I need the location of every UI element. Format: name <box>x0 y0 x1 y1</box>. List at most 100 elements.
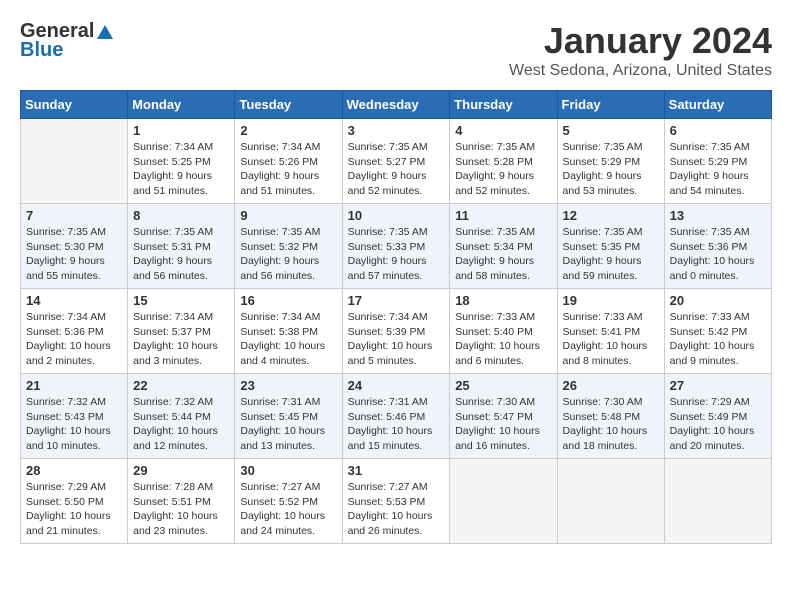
day-detail: Sunrise: 7:31 AM Sunset: 5:45 PM Dayligh… <box>240 395 336 454</box>
calendar-cell: 29Sunrise: 7:28 AM Sunset: 5:51 PM Dayli… <box>128 459 235 544</box>
day-detail: Sunrise: 7:35 AM Sunset: 5:36 PM Dayligh… <box>670 225 766 284</box>
day-number: 2 <box>240 123 336 138</box>
calendar-cell: 16 Sunrise: 7:34 AM Sunset: 5:38 PM Dayli… <box>235 289 342 374</box>
day-number: 24 <box>348 378 445 393</box>
day-header-friday: Friday <box>557 91 664 119</box>
calendar-cell: 27 Sunrise: 7:29 AM Sunset: 5:49 PM Dayli… <box>664 374 771 459</box>
day-number: 15 <box>133 293 229 308</box>
day-detail: Sunrise: 7:33 AM Sunset: 5:40 PM Dayligh… <box>455 310 551 369</box>
day-detail: Sunrise: 7:34 AM Sunset: 5:39 PM Dayligh… <box>348 310 445 369</box>
day-detail: Sunrise: 7:30 AM Sunset: 5:48 PM Dayligh… <box>563 395 659 454</box>
calendar-table: SundayMondayTuesdayWednesdayThursdayFrid… <box>20 90 772 544</box>
calendar-cell: 31 Sunrise: 7:27 AM Sunset: 5:53 PM Dayli… <box>342 459 450 544</box>
day-number: 20 <box>670 293 766 308</box>
calendar-cell: 4 Sunrise: 7:35 AM Sunset: 5:28 PM Daylig… <box>450 119 557 204</box>
day-header-sunday: Sunday <box>21 91 128 119</box>
calendar-cell: 26 Sunrise: 7:30 AM Sunset: 5:48 PM Dayli… <box>557 374 664 459</box>
day-number: 30 <box>240 463 336 478</box>
day-number: 18 <box>455 293 551 308</box>
page-header: General Blue January 2024 West Sedona, A… <box>20 20 772 80</box>
day-number: 6 <box>670 123 766 138</box>
day-number: 1 <box>133 123 229 138</box>
day-detail: Sunrise: 7:35 AM Sunset: 5:31 PM Dayligh… <box>133 225 229 284</box>
day-detail: Sunrise: 7:35 AM Sunset: 5:33 PM Dayligh… <box>348 225 445 284</box>
day-detail: Sunrise: 7:35 AM Sunset: 5:29 PM Dayligh… <box>563 140 659 199</box>
day-number: 28 <box>26 463 122 478</box>
day-detail: Sunrise: 7:35 AM Sunset: 5:28 PM Dayligh… <box>455 140 551 199</box>
day-detail: Sunrise: 7:35 AM Sunset: 5:29 PM Dayligh… <box>670 140 766 199</box>
calendar-cell: 15 Sunrise: 7:34 AM Sunset: 5:37 PM Dayli… <box>128 289 235 374</box>
day-number: 25 <box>455 378 551 393</box>
calendar-cell: 1 Sunrise: 7:34 AM Sunset: 5:25 PM Daylig… <box>128 119 235 204</box>
calendar-cell: 6 Sunrise: 7:35 AM Sunset: 5:29 PM Daylig… <box>664 119 771 204</box>
calendar-week-row: 28 Sunrise: 7:29 AM Sunset: 5:50 PM Dayli… <box>21 459 772 544</box>
calendar-cell: 25 Sunrise: 7:30 AM Sunset: 5:47 PM Dayli… <box>450 374 557 459</box>
day-detail: Sunrise: 7:29 AM Sunset: 5:49 PM Dayligh… <box>670 395 766 454</box>
calendar-cell: 30Sunrise: 7:27 AM Sunset: 5:52 PM Dayli… <box>235 459 342 544</box>
day-detail: Sunrise: 7:35 AM Sunset: 5:34 PM Dayligh… <box>455 225 551 284</box>
day-number: 7 <box>26 208 122 223</box>
day-header-thursday: Thursday <box>450 91 557 119</box>
day-detail: Sunrise: 7:34 AM Sunset: 5:36 PM Dayligh… <box>26 310 122 369</box>
day-header-wednesday: Wednesday <box>342 91 450 119</box>
day-detail: Sunrise: 7:27 AM Sunset: 5:53 PM Dayligh… <box>348 480 445 539</box>
day-number: 12 <box>563 208 659 223</box>
calendar-cell: 11 Sunrise: 7:35 AM Sunset: 5:34 PM Dayli… <box>450 204 557 289</box>
day-number: 16 <box>240 293 336 308</box>
day-detail: Sunrise: 7:35 AM Sunset: 5:35 PM Dayligh… <box>563 225 659 284</box>
day-detail: Sunrise: 7:35 AM Sunset: 5:32 PM Dayligh… <box>240 225 336 284</box>
day-number: 27 <box>670 378 766 393</box>
day-number: 31 <box>348 463 445 478</box>
day-detail: Sunrise: 7:32 AM Sunset: 5:43 PM Dayligh… <box>26 395 122 454</box>
logo-blue-text: Blue <box>20 39 63 62</box>
calendar-cell: 5Sunrise: 7:35 AM Sunset: 5:29 PM Daylig… <box>557 119 664 204</box>
day-number: 3 <box>348 123 445 138</box>
calendar-cell: 28 Sunrise: 7:29 AM Sunset: 5:50 PM Dayli… <box>21 459 128 544</box>
day-number: 26 <box>563 378 659 393</box>
day-number: 22 <box>133 378 229 393</box>
calendar-week-row: 21 Sunrise: 7:32 AM Sunset: 5:43 PM Dayli… <box>21 374 772 459</box>
calendar-cell: 20 Sunrise: 7:33 AM Sunset: 5:42 PM Dayli… <box>664 289 771 374</box>
day-header-saturday: Saturday <box>664 91 771 119</box>
calendar-week-row: 1 Sunrise: 7:34 AM Sunset: 5:25 PM Daylig… <box>21 119 772 204</box>
day-detail: Sunrise: 7:34 AM Sunset: 5:25 PM Dayligh… <box>133 140 229 199</box>
calendar-cell: 14Sunrise: 7:34 AM Sunset: 5:36 PM Dayli… <box>21 289 128 374</box>
day-header-tuesday: Tuesday <box>235 91 342 119</box>
calendar-week-row: 14Sunrise: 7:34 AM Sunset: 5:36 PM Dayli… <box>21 289 772 374</box>
day-number: 10 <box>348 208 445 223</box>
calendar-cell <box>557 459 664 544</box>
calendar-cell: 18 Sunrise: 7:33 AM Sunset: 5:40 PM Dayli… <box>450 289 557 374</box>
calendar-cell <box>664 459 771 544</box>
calendar-cell: 7 Sunrise: 7:35 AM Sunset: 5:30 PM Daylig… <box>21 204 128 289</box>
day-detail: Sunrise: 7:28 AM Sunset: 5:51 PM Dayligh… <box>133 480 229 539</box>
day-detail: Sunrise: 7:34 AM Sunset: 5:38 PM Dayligh… <box>240 310 336 369</box>
day-detail: Sunrise: 7:30 AM Sunset: 5:47 PM Dayligh… <box>455 395 551 454</box>
day-number: 21 <box>26 378 122 393</box>
logo: General Blue <box>20 20 116 62</box>
calendar-cell: 23Sunrise: 7:31 AM Sunset: 5:45 PM Dayli… <box>235 374 342 459</box>
calendar-cell: 3Sunrise: 7:35 AM Sunset: 5:27 PM Daylig… <box>342 119 450 204</box>
logo-icon <box>96 23 114 41</box>
day-number: 9 <box>240 208 336 223</box>
calendar-cell: 17 Sunrise: 7:34 AM Sunset: 5:39 PM Dayli… <box>342 289 450 374</box>
month-title: January 2024 <box>509 20 772 62</box>
day-detail: Sunrise: 7:35 AM Sunset: 5:30 PM Dayligh… <box>26 225 122 284</box>
calendar-cell: 21 Sunrise: 7:32 AM Sunset: 5:43 PM Dayli… <box>21 374 128 459</box>
day-number: 17 <box>348 293 445 308</box>
calendar-cell <box>21 119 128 204</box>
title-area: January 2024 West Sedona, Arizona, Unite… <box>509 20 772 80</box>
day-number: 4 <box>455 123 551 138</box>
day-number: 19 <box>563 293 659 308</box>
day-detail: Sunrise: 7:33 AM Sunset: 5:42 PM Dayligh… <box>670 310 766 369</box>
calendar-cell: 13Sunrise: 7:35 AM Sunset: 5:36 PM Dayli… <box>664 204 771 289</box>
day-detail: Sunrise: 7:34 AM Sunset: 5:37 PM Dayligh… <box>133 310 229 369</box>
day-detail: Sunrise: 7:29 AM Sunset: 5:50 PM Dayligh… <box>26 480 122 539</box>
day-detail: Sunrise: 7:32 AM Sunset: 5:44 PM Dayligh… <box>133 395 229 454</box>
calendar-cell: 2Sunrise: 7:34 AM Sunset: 5:26 PM Daylig… <box>235 119 342 204</box>
calendar-cell <box>450 459 557 544</box>
day-number: 8 <box>133 208 229 223</box>
calendar-cell: 9 Sunrise: 7:35 AM Sunset: 5:32 PM Daylig… <box>235 204 342 289</box>
calendar-week-row: 7 Sunrise: 7:35 AM Sunset: 5:30 PM Daylig… <box>21 204 772 289</box>
day-number: 11 <box>455 208 551 223</box>
calendar-cell: 24Sunrise: 7:31 AM Sunset: 5:46 PM Dayli… <box>342 374 450 459</box>
